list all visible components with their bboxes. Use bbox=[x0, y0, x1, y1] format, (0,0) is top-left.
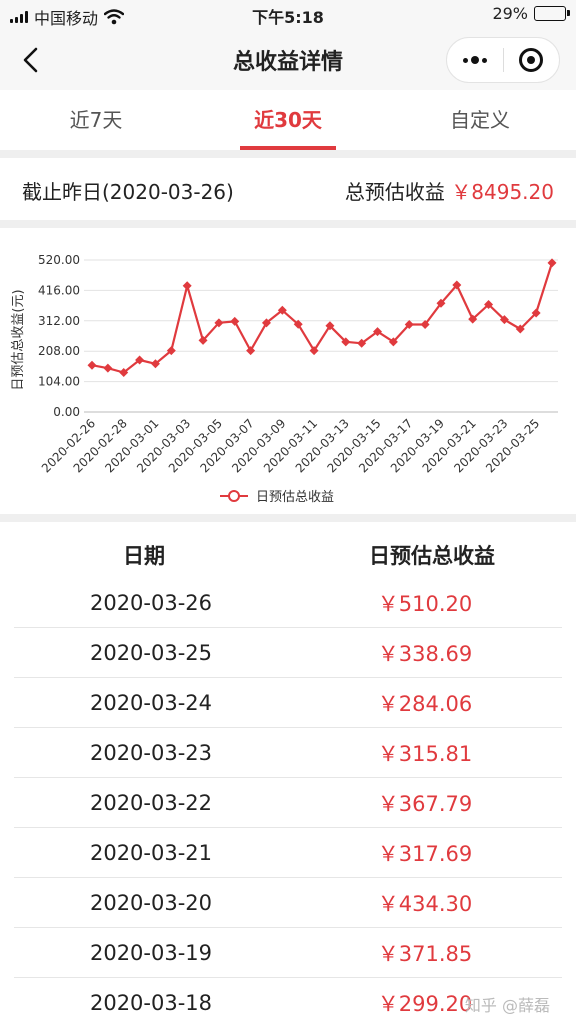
table-row: 2020-03-26 ￥510.20 bbox=[14, 578, 562, 628]
clock: 下午5:18 bbox=[252, 8, 324, 27]
header-date: 日期 bbox=[123, 544, 165, 568]
row-date: 2020-03-21 bbox=[89, 840, 213, 865]
row-revenue: ￥338.69 bbox=[377, 641, 473, 666]
y-tick-label: 520.00 bbox=[38, 253, 80, 267]
table-body: 2020-03-26 ￥510.20 2020-03-25 ￥338.69 2020… bbox=[14, 578, 562, 1024]
legend-label: 日预估总收益 bbox=[256, 490, 334, 505]
header-revenue: 日预估总收益 bbox=[369, 544, 495, 568]
table-row: 2020-03-25 ￥338.69 bbox=[14, 628, 562, 678]
row-date: 2020-03-22 bbox=[89, 790, 213, 815]
more-dots-icon bbox=[462, 56, 487, 64]
row-date: 2020-03-25 bbox=[89, 640, 213, 665]
y-tick-label: 208.00 bbox=[38, 344, 80, 358]
battery-icon bbox=[534, 6, 570, 21]
row-revenue: ￥371.85 bbox=[377, 941, 473, 966]
row-date: 2020-03-24 bbox=[89, 690, 213, 715]
more-button[interactable] bbox=[447, 38, 503, 82]
row-revenue: ￥510.20 bbox=[377, 591, 473, 616]
battery-percent: 29% bbox=[492, 4, 528, 23]
row-revenue: ￥315.81 bbox=[377, 741, 473, 766]
total-revenue: 总预估收益 ￥8495.20 bbox=[345, 176, 554, 205]
target-icon bbox=[519, 48, 544, 72]
row-date: 2020-03-19 bbox=[89, 940, 213, 965]
row-date: 2020-03-20 bbox=[89, 890, 213, 915]
revenue-line-chart: 0.00 104.00 208.00 312.00 416.00 520.00 日预估总收益… bbox=[11, 253, 558, 505]
cutoff-date: 截止昨日(2020-03-26) bbox=[22, 180, 234, 204]
row-revenue: ￥434.30 bbox=[377, 891, 473, 916]
total-label: 总预估收益 bbox=[344, 180, 445, 204]
data-point bbox=[182, 281, 192, 291]
tab-30-days[interactable]: 近30天 bbox=[192, 90, 384, 150]
table-row: 2020-03-21 ￥317.69 bbox=[14, 828, 562, 878]
row-revenue: ￥284.06 bbox=[377, 691, 473, 716]
data-point bbox=[246, 346, 256, 356]
legend-marker bbox=[228, 490, 240, 502]
table-row: 2020-03-24 ￥284.06 bbox=[14, 678, 562, 728]
y-tick-label: 416.00 bbox=[38, 283, 80, 297]
y-axis-label: 日预估总收益(元) bbox=[11, 289, 26, 390]
data-point bbox=[230, 316, 240, 326]
close-mini-program-button[interactable] bbox=[504, 38, 560, 82]
table-header: 日期 日预估总收益 bbox=[0, 540, 576, 580]
nav-bar: 总收益详情 bbox=[0, 30, 576, 90]
revenue-chart-card: 0.00 104.00 208.00 312.00 416.00 520.00 日预估总收益… bbox=[0, 228, 576, 514]
table-row: 2020-03-19 ￥371.85 bbox=[14, 928, 562, 978]
daily-revenue-table: 日期 日预估总收益 2020-03-26 ￥510.20 2020-03-25 ￥3… bbox=[0, 522, 576, 1024]
table-row: 2020-03-20 ￥434.30 bbox=[14, 878, 562, 928]
watermark: 知乎 @薛磊 bbox=[464, 996, 550, 1015]
total-amount: ￥8495.20 bbox=[451, 180, 554, 204]
summary-bar: 截止昨日(2020-03-26) 总预估收益 ￥8495.20 bbox=[0, 158, 576, 220]
table-row: 2020-03-23 ￥315.81 bbox=[14, 728, 562, 778]
y-tick-label: 0.00 bbox=[53, 405, 80, 419]
row-date: 2020-03-26 bbox=[89, 590, 213, 615]
mini-program-capsule bbox=[446, 37, 560, 83]
row-revenue: ￥367.79 bbox=[377, 791, 473, 816]
status-right: 29% bbox=[492, 4, 570, 23]
period-tabs: 近7天 近30天 自定义 bbox=[0, 90, 576, 150]
status-bar: 中国移动 下午5:18 29% bbox=[0, 0, 576, 30]
row-date: 2020-03-23 bbox=[89, 740, 213, 765]
y-tick-label: 312.00 bbox=[38, 314, 80, 328]
data-point bbox=[87, 360, 97, 370]
tab-7-days[interactable]: 近7天 bbox=[0, 90, 192, 150]
y-tick-label: 104.00 bbox=[38, 375, 80, 389]
tab-custom[interactable]: 自定义 bbox=[384, 90, 576, 150]
table-row: 2020-03-22 ￥367.79 bbox=[14, 778, 562, 828]
row-revenue: ￥317.69 bbox=[377, 841, 473, 866]
row-date: 2020-03-18 bbox=[89, 990, 213, 1015]
data-point bbox=[103, 363, 113, 373]
series-line bbox=[91, 262, 554, 374]
